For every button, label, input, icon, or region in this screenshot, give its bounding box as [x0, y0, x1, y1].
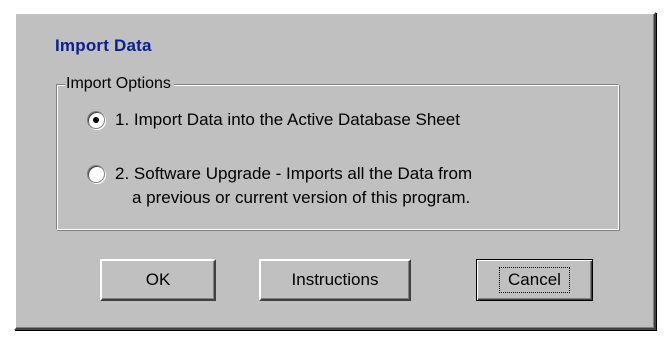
- ok-button-label: OK: [145, 270, 171, 289]
- radio-option-import-active-sheet[interactable]: 1. Import Data into the Active Database …: [87, 108, 460, 132]
- import-data-dialog: Import Data Import Options 1. Import Dat…: [14, 12, 656, 330]
- cancel-button-label: Cancel: [499, 267, 570, 293]
- radio-option-software-upgrade[interactable]: 2. Software Upgrade - Imports all the Da…: [87, 162, 472, 210]
- dialog-title: Import Data: [55, 36, 152, 55]
- radio-option-label: 2. Software Upgrade - Imports all the Da…: [115, 162, 472, 210]
- radio-option-label-line1: 2. Software Upgrade - Imports all the Da…: [115, 164, 473, 183]
- import-options-label: Import Options: [65, 74, 174, 94]
- radio-button-unselected[interactable]: [87, 165, 105, 183]
- radio-option-label-line2: a previous or current version of this pr…: [132, 188, 471, 207]
- import-options-group: Import Options 1. Import Data into the A…: [56, 74, 619, 230]
- radio-option-label-line1: 1. Import Data into the Active Database …: [115, 110, 460, 129]
- ok-button[interactable]: OK: [100, 259, 216, 301]
- radio-option-label: 1. Import Data into the Active Database …: [115, 108, 460, 132]
- instructions-button-label: Instructions: [291, 270, 379, 289]
- radio-button-selected[interactable]: [87, 111, 105, 129]
- cancel-button[interactable]: Cancel: [476, 259, 593, 301]
- radio-dot-icon: [93, 117, 99, 123]
- instructions-button[interactable]: Instructions: [259, 259, 411, 301]
